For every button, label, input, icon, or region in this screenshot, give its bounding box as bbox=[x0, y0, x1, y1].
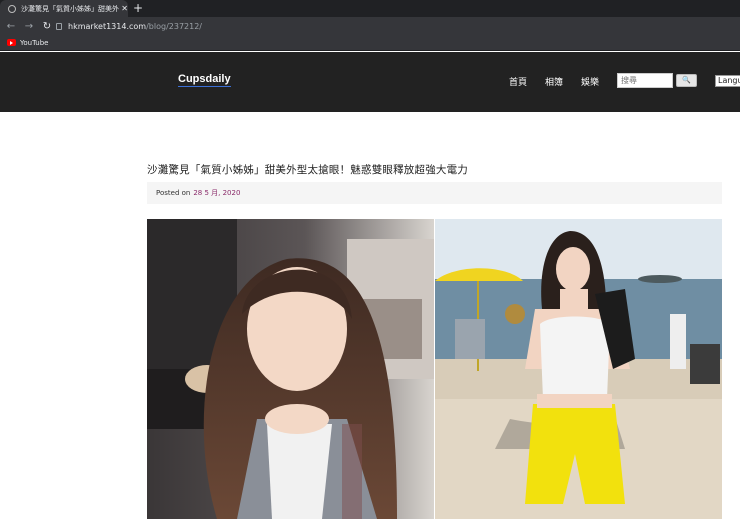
article-photo-beach bbox=[435, 219, 722, 519]
post-meta: Posted on 28 5 月, 2020 bbox=[147, 182, 722, 204]
nav-item-home[interactable]: 首頁 bbox=[509, 75, 527, 88]
reload-icon[interactable]: ↻ bbox=[38, 21, 56, 32]
lock-icon[interactable] bbox=[56, 22, 62, 30]
posted-on-label: Posted on bbox=[156, 189, 191, 197]
address-bar[interactable]: hkmarket1314.com /blog/237212/ bbox=[56, 19, 740, 33]
nav-item-entertainment[interactable]: 娛樂 bbox=[581, 75, 599, 88]
tab-strip: 沙灘驚見「氣質小姊姊」甜美外型太... ✕ + bbox=[0, 0, 740, 17]
search-button[interactable]: 🔍 bbox=[676, 74, 697, 87]
tab-title: 沙灘驚見「氣質小姊姊」甜美外型太... bbox=[21, 4, 119, 13]
language-select[interactable]: Language bbox=[715, 75, 740, 87]
url-host: hkmarket1314.com bbox=[68, 21, 147, 31]
search-input[interactable] bbox=[617, 73, 673, 88]
url-path: /blog/237212/ bbox=[146, 21, 202, 31]
site-logo[interactable]: Cupsdaily bbox=[178, 74, 231, 87]
browser-tab-active[interactable]: 沙灘驚見「氣質小姊姊」甜美外型太... ✕ bbox=[0, 0, 128, 17]
close-tab-icon[interactable]: ✕ bbox=[121, 4, 128, 13]
browser-toolbar: ← → ↻ hkmarket1314.com /blog/237212/ bbox=[0, 17, 740, 35]
new-tab-button[interactable]: + bbox=[133, 1, 143, 15]
bookmark-youtube[interactable]: YouTube bbox=[20, 39, 48, 47]
site-header: Cupsdaily 首頁 相簿 娛樂 🔍 Language bbox=[0, 52, 740, 112]
nav-item-albums[interactable]: 相簿 bbox=[545, 75, 563, 88]
youtube-icon bbox=[7, 39, 16, 46]
forward-icon[interactable]: → bbox=[20, 21, 38, 32]
globe-icon bbox=[8, 4, 16, 13]
bookmarks-bar: YouTube bbox=[0, 35, 740, 51]
article-photo-selfie bbox=[147, 219, 434, 519]
back-icon[interactable]: ← bbox=[2, 21, 20, 32]
article-title: 沙灘驚見「氣質小姊姊」甜美外型太搶眼！魅惑雙眼釋放超強大電力 bbox=[147, 164, 468, 176]
posted-date-link[interactable]: 28 5 月, 2020 bbox=[193, 188, 240, 198]
